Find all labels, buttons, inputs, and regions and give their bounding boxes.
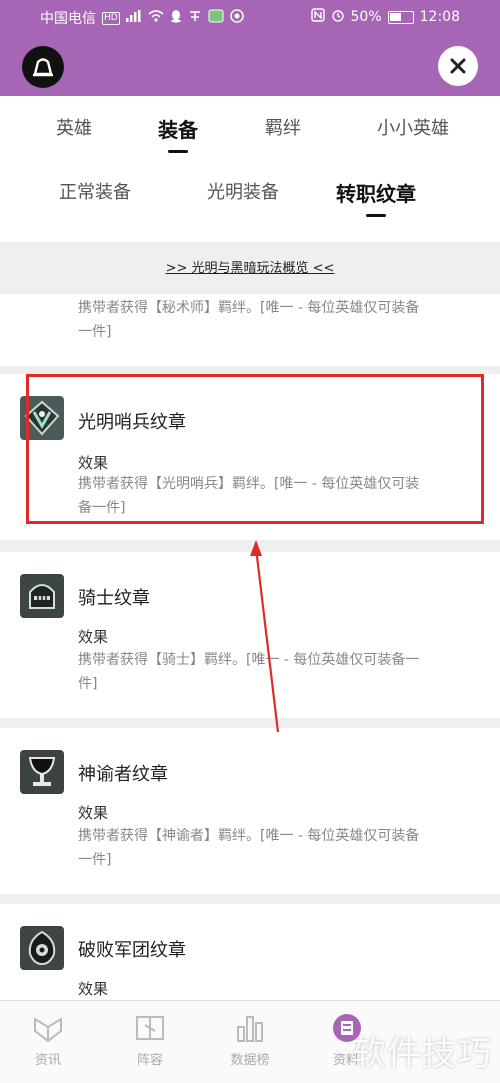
nav-label: 数据榜: [230, 1053, 270, 1068]
nav-label: 资料: [332, 1053, 359, 1068]
nav-rankings[interactable]: 数据榜: [220, 1013, 280, 1068]
lineup-book-icon: [136, 1016, 164, 1040]
nav-lineup[interactable]: 阵容: [120, 1013, 180, 1068]
nav-news[interactable]: 资讯: [18, 1013, 78, 1068]
bar-chart-icon: [237, 1016, 263, 1042]
nav-label: 资讯: [34, 1053, 61, 1068]
nav-label: 阵容: [136, 1053, 163, 1068]
bottom-nav: 资讯 阵容 数据榜 资料: [0, 1000, 500, 1083]
annotation-arrow: [250, 540, 280, 733]
nav-data[interactable]: 资料: [316, 1013, 376, 1068]
news-icon: [34, 1017, 62, 1043]
data-icon: [333, 1014, 361, 1042]
